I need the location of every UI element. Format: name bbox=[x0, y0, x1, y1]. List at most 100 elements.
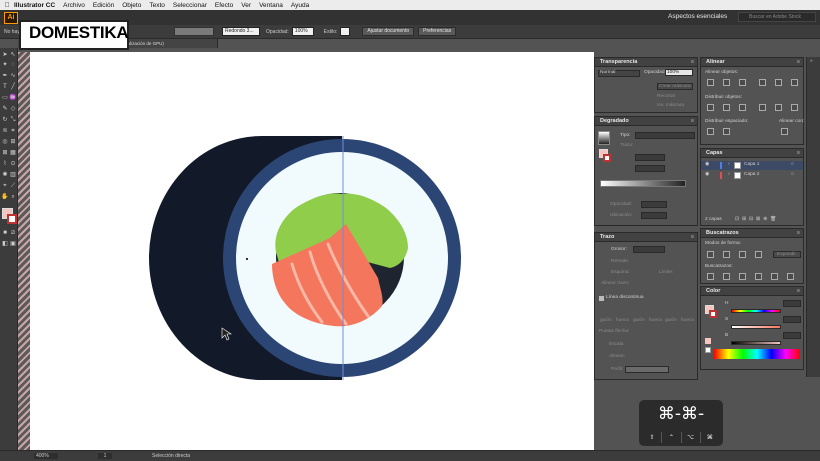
artboard-number[interactable]: 1 bbox=[98, 453, 112, 459]
stroke-title[interactable]: Trazo bbox=[600, 234, 614, 240]
menu-seleccionar[interactable]: Seleccionar bbox=[173, 2, 207, 9]
brightness-input[interactable] bbox=[783, 332, 801, 339]
blend-tool-icon[interactable]: ⊙ bbox=[9, 161, 17, 168]
divide-icon[interactable] bbox=[707, 273, 714, 280]
symbol-sprayer-icon[interactable]: ✺ bbox=[1, 172, 9, 179]
menu-ayuda[interactable]: Ayuda bbox=[291, 2, 309, 9]
app-name-menu[interactable]: Illustrator CC bbox=[14, 2, 55, 9]
scale-tool-icon[interactable]: ⤡ bbox=[9, 117, 17, 124]
stroke-weight-field[interactable] bbox=[174, 27, 214, 36]
panel-menu-icon[interactable]: ≡ bbox=[797, 149, 800, 158]
color-mode-icon[interactable]: ■ bbox=[1, 230, 9, 237]
opacity-field[interactable]: 100% bbox=[291, 27, 314, 36]
layer-name-1[interactable]: Capa 1 bbox=[744, 162, 759, 167]
panel-menu-icon[interactable]: ≡ bbox=[797, 58, 800, 67]
gradient-location-field[interactable] bbox=[641, 212, 667, 219]
crop-icon[interactable] bbox=[755, 273, 762, 280]
distribute-top-icon[interactable] bbox=[707, 104, 714, 111]
outline-icon[interactable] bbox=[771, 273, 778, 280]
eyedropper-icon[interactable]: ⌇ bbox=[1, 161, 9, 168]
lasso-icon[interactable]: ◌ bbox=[9, 62, 17, 69]
layer-row-1[interactable]: ◉ › Capa 1 ○ bbox=[701, 161, 803, 170]
pathfinder-title[interactable]: Buscatrazos bbox=[706, 230, 739, 236]
gradient-stroke-proxy[interactable] bbox=[603, 154, 611, 162]
panel-menu-icon[interactable]: ≡ bbox=[691, 117, 694, 126]
gradient-aspect-field[interactable] bbox=[635, 165, 665, 172]
unite-icon[interactable] bbox=[707, 251, 714, 258]
gap-cell-1[interactable]: hueco bbox=[616, 318, 629, 323]
menu-objeto[interactable]: Objeto bbox=[122, 2, 141, 9]
dash-cell-3[interactable]: guión bbox=[665, 318, 677, 323]
collapse-panels-icon[interactable]: » bbox=[810, 59, 813, 64]
align-top-icon[interactable] bbox=[759, 79, 766, 86]
none-mode-icon[interactable]: ⧄ bbox=[9, 230, 17, 237]
distribute-right-icon[interactable] bbox=[791, 104, 798, 111]
minus-front-icon[interactable] bbox=[723, 251, 730, 258]
color-spectrum-bar[interactable] bbox=[714, 349, 800, 359]
menu-edicion[interactable]: Edición bbox=[93, 2, 114, 9]
layer-target-icon[interactable]: ○ bbox=[791, 172, 794, 177]
minus-back-icon[interactable] bbox=[787, 273, 794, 280]
saturation-input[interactable] bbox=[783, 316, 801, 323]
merge-icon[interactable] bbox=[739, 273, 746, 280]
type-tool-icon[interactable]: T bbox=[1, 84, 9, 91]
width-tool-icon[interactable]: ≋ bbox=[1, 128, 9, 135]
screen-mode-icon[interactable]: ▣ bbox=[9, 241, 17, 248]
layer-target-icon[interactable]: ○ bbox=[791, 162, 794, 167]
expand-layer-icon[interactable]: › bbox=[728, 162, 730, 167]
visibility-eye-icon[interactable]: ◉ bbox=[705, 172, 709, 177]
stroke-profile-select[interactable] bbox=[625, 366, 669, 373]
hand-tool-icon[interactable]: ✋ bbox=[1, 194, 9, 201]
layer-name-2[interactable]: Capa 2 bbox=[744, 172, 759, 177]
distribute-hcenter-icon[interactable] bbox=[775, 104, 782, 111]
selection-tool-icon[interactable]: ➤ bbox=[1, 52, 9, 59]
dash-cell-1[interactable]: guión bbox=[600, 318, 612, 323]
gap-cell-3[interactable]: hueco bbox=[681, 318, 694, 323]
panel-menu-icon[interactable]: ≡ bbox=[797, 287, 800, 296]
menu-ver[interactable]: Ver bbox=[241, 2, 251, 9]
hue-slider[interactable] bbox=[731, 309, 781, 313]
paintbrush-icon[interactable]: ♒ bbox=[9, 95, 17, 102]
eraser-icon[interactable]: ◇ bbox=[9, 106, 17, 113]
slice-tool-icon[interactable]: ⟋ bbox=[9, 183, 17, 190]
panel-menu-icon[interactable]: ≡ bbox=[797, 229, 800, 238]
stroke-weight-input[interactable] bbox=[633, 246, 665, 253]
layers-title[interactable]: Capas bbox=[706, 150, 723, 156]
gradient-slider[interactable] bbox=[600, 180, 686, 187]
invert-mask-checkbox-label[interactable]: Inv. máscara bbox=[657, 103, 684, 108]
none-color-swatch[interactable] bbox=[705, 347, 711, 353]
expand-layer-icon[interactable]: › bbox=[728, 172, 730, 177]
hue-input[interactable] bbox=[783, 300, 801, 307]
spacing-vertical-icon[interactable] bbox=[707, 128, 714, 135]
free-transform-icon[interactable]: ⌗ bbox=[9, 128, 17, 135]
color-stroke-proxy[interactable] bbox=[709, 310, 717, 318]
pen-tool-icon[interactable]: ✒ bbox=[1, 73, 9, 80]
color-title[interactable]: Color bbox=[706, 288, 720, 294]
style-swatch[interactable] bbox=[340, 27, 351, 36]
panel-menu-icon[interactable]: ≡ bbox=[691, 233, 694, 242]
clip-checkbox-label[interactable]: Recortar bbox=[657, 94, 675, 99]
shape-builder-icon[interactable]: ◎ bbox=[1, 139, 9, 146]
out-of-gamut-swatch[interactable] bbox=[705, 338, 711, 344]
menu-efecto[interactable]: Efecto bbox=[215, 2, 233, 9]
apple-icon[interactable]:  bbox=[0, 2, 14, 9]
sushi-illustration[interactable] bbox=[30, 52, 594, 450]
graph-tool-icon[interactable]: ▥ bbox=[9, 172, 17, 179]
adjust-document-button[interactable]: Ajustar documento bbox=[362, 27, 415, 36]
menu-ventana[interactable]: Ventana bbox=[259, 2, 283, 9]
brightness-slider[interactable] bbox=[731, 341, 781, 345]
exclude-icon[interactable] bbox=[755, 251, 762, 258]
mesh-tool-icon[interactable]: ⊠ bbox=[1, 150, 9, 157]
anchor-point[interactable] bbox=[246, 258, 248, 260]
gradient-tool-icon[interactable]: ▦ bbox=[9, 150, 17, 157]
gradient-title[interactable]: Degradado bbox=[600, 118, 629, 124]
curvature-tool-icon[interactable]: ∿ bbox=[9, 73, 17, 80]
distribute-left-icon[interactable] bbox=[759, 104, 766, 111]
align-left-icon[interactable] bbox=[707, 79, 714, 86]
line-tool-icon[interactable]: ╱ bbox=[9, 84, 17, 91]
rectangle-tool-icon[interactable]: ▭ bbox=[1, 95, 9, 102]
align-hcenter-icon[interactable] bbox=[723, 79, 730, 86]
intersect-icon[interactable] bbox=[739, 251, 746, 258]
zoom-level[interactable]: 400% bbox=[34, 453, 58, 459]
menu-archivo[interactable]: Archivo bbox=[63, 2, 85, 9]
